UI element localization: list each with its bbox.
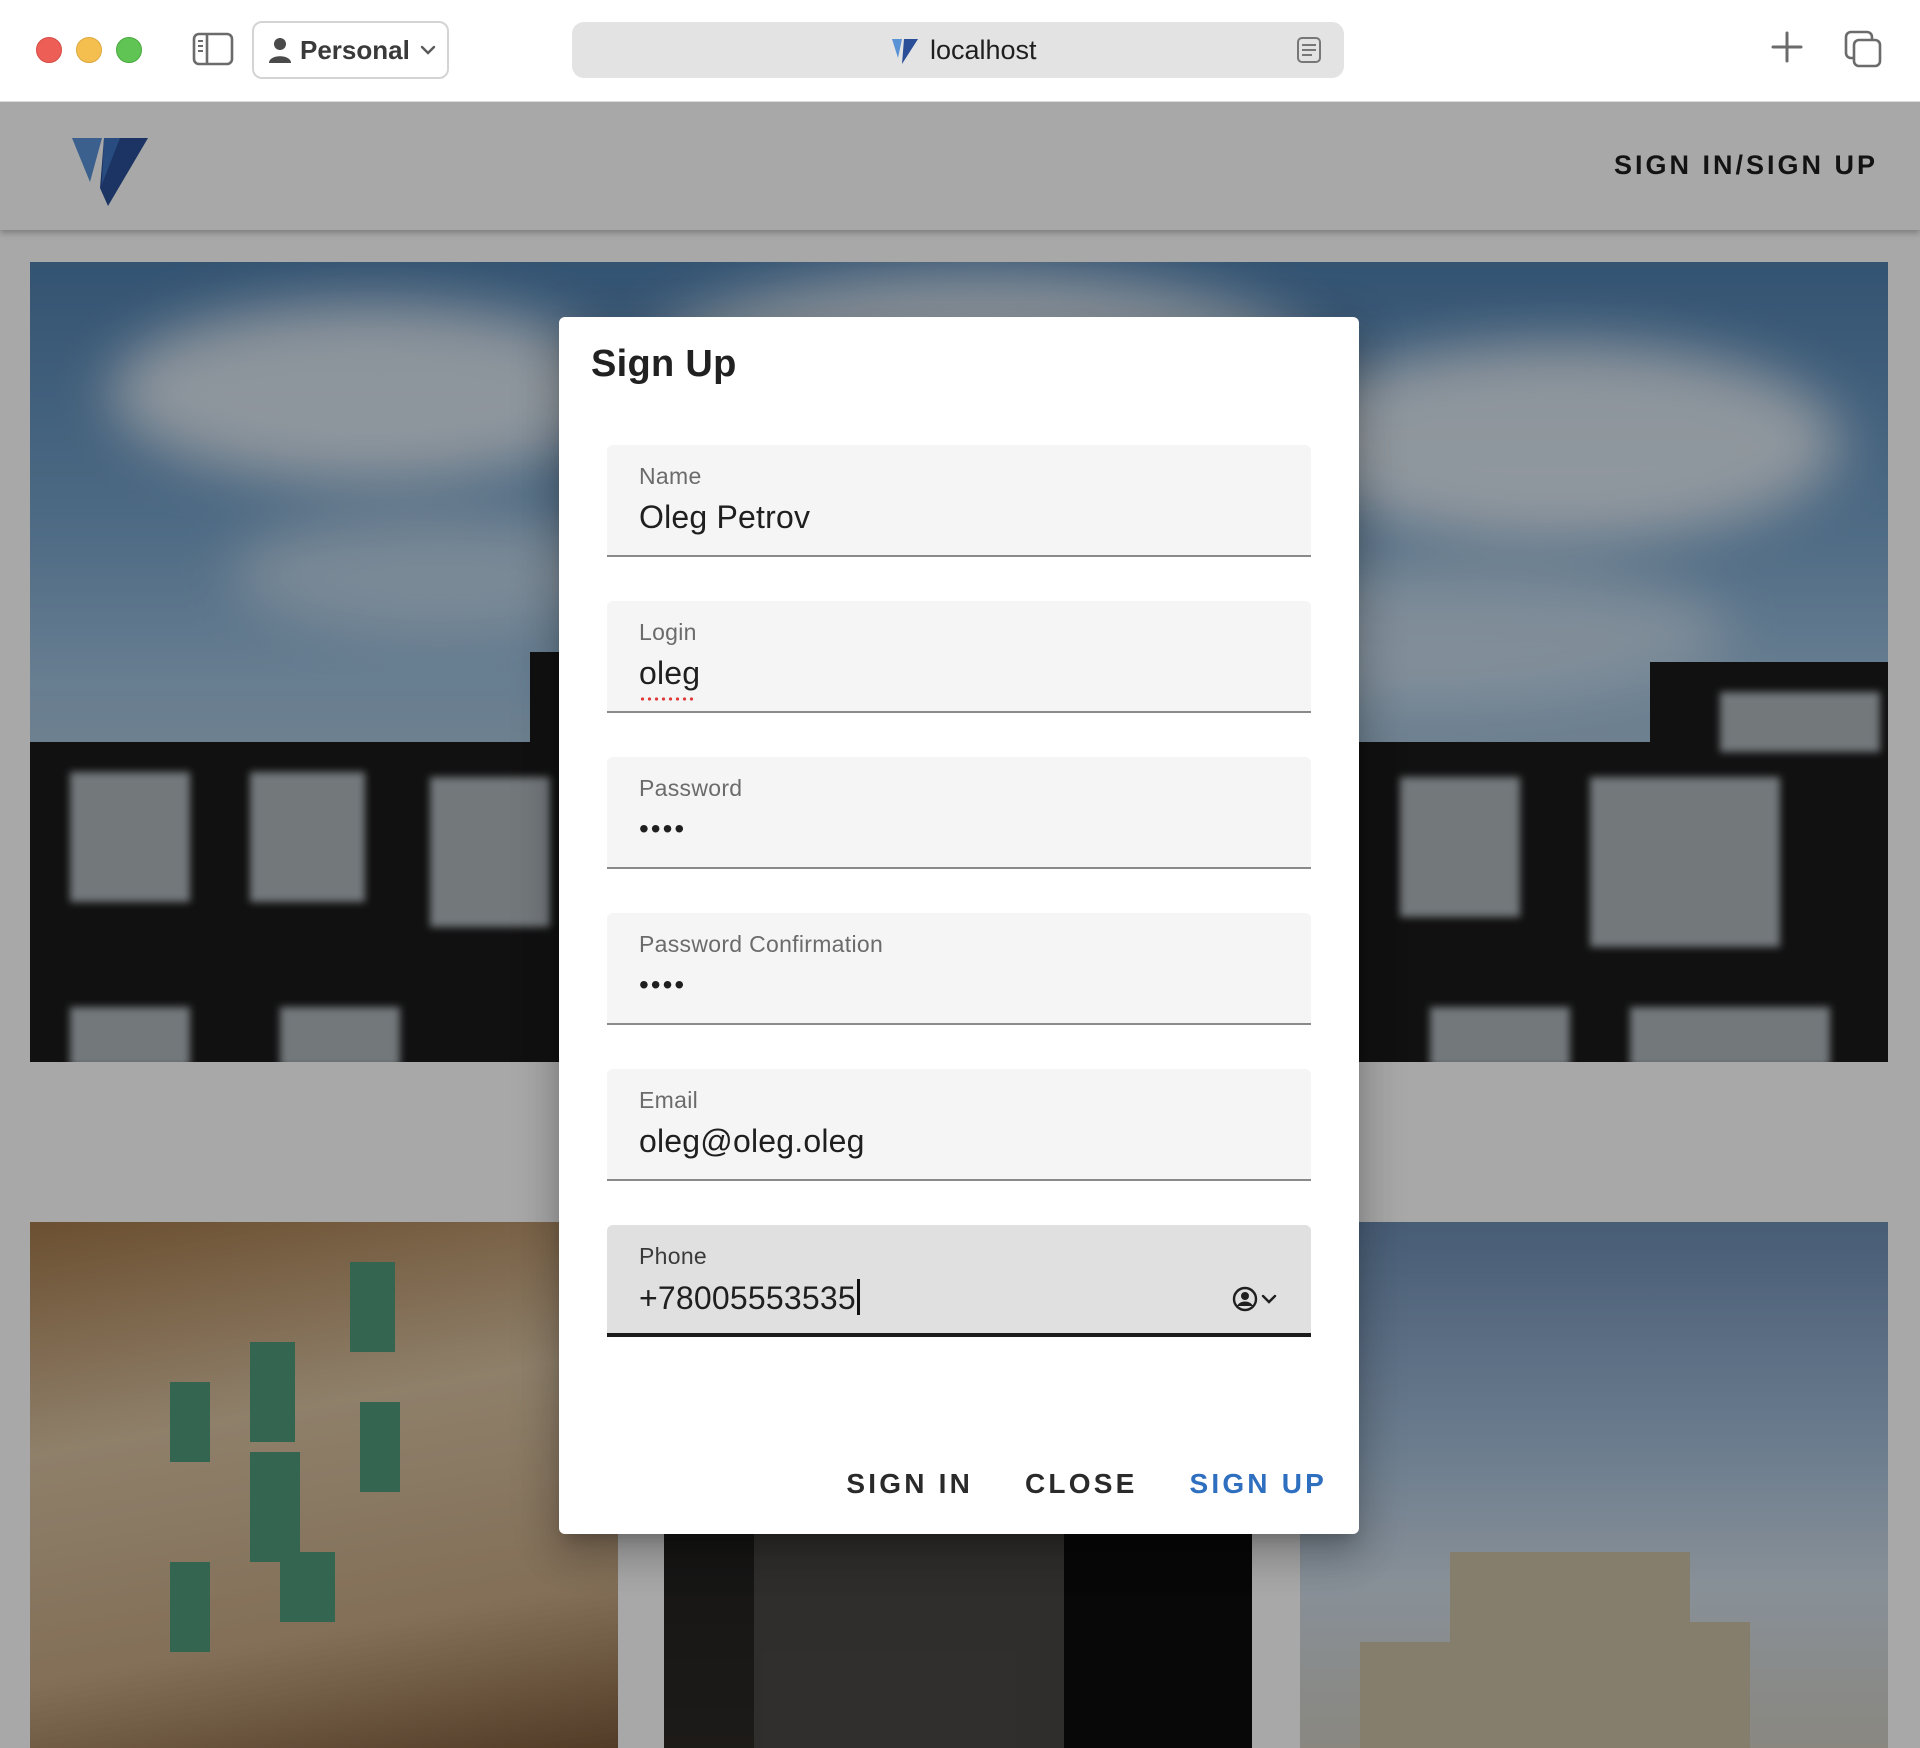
contact-autofill-icon[interactable] (1231, 1285, 1281, 1313)
name-field-value[interactable]: Oleg Petrov (639, 499, 810, 536)
url-text: localhost (930, 35, 1037, 65)
login-field[interactable]: Login oleg (607, 601, 1311, 713)
site-favicon-icon (892, 39, 918, 64)
sidebar-toggle-icon[interactable] (192, 32, 234, 66)
login-field-label: Login (639, 619, 697, 645)
reader-mode-icon[interactable] (1296, 36, 1322, 64)
profile-label: Personal (300, 34, 410, 65)
phone-field-text: +78005553535 (639, 1280, 856, 1316)
login-field-value[interactable]: oleg (639, 655, 700, 692)
web-page: SIGN IN/SIGN UP Sign Up Name Oleg Petrov… (0, 102, 1920, 1748)
sign-up-button[interactable]: SIGN UP (1189, 1468, 1327, 1500)
password-confirmation-field-value[interactable]: •••• (639, 969, 686, 1001)
address-bar[interactable]: localhost (572, 22, 1344, 78)
minimize-window-button[interactable] (76, 37, 102, 63)
person-icon (269, 38, 291, 63)
name-field[interactable]: Name Oleg Petrov (607, 445, 1311, 557)
email-field-value[interactable]: oleg@oleg.oleg (639, 1123, 865, 1160)
zoom-window-button[interactable] (116, 37, 142, 63)
text-caret (856, 1279, 860, 1315)
phone-field[interactable]: Phone +78005553535 (607, 1225, 1311, 1337)
password-field[interactable]: Password •••• (607, 757, 1311, 869)
phone-field-label: Phone (639, 1243, 708, 1269)
password-field-value[interactable]: •••• (639, 813, 686, 845)
password-confirmation-field[interactable]: Password Confirmation •••• (607, 913, 1311, 1025)
email-field-label: Email (639, 1087, 699, 1113)
spellcheck-underline (639, 697, 697, 701)
chevron-down-icon (420, 45, 436, 55)
dialog-title: Sign Up (591, 343, 737, 385)
password-confirmation-field-label: Password Confirmation (639, 931, 884, 957)
sign-in-button[interactable]: SIGN IN (846, 1468, 973, 1500)
dialog-actions: SIGN IN CLOSE SIGN UP (846, 1468, 1327, 1500)
new-tab-icon[interactable] (1770, 30, 1804, 64)
email-field[interactable]: Email oleg@oleg.oleg (607, 1069, 1311, 1181)
phone-field-value[interactable]: +78005553535 (639, 1279, 860, 1317)
sign-up-dialog: Sign Up Name Oleg Petrov Login oleg Pass… (559, 317, 1359, 1534)
tab-overview-icon[interactable] (1844, 30, 1882, 68)
name-field-label: Name (639, 463, 702, 489)
profile-button[interactable]: Personal (252, 21, 449, 79)
password-field-label: Password (639, 775, 743, 801)
close-window-button[interactable] (36, 37, 62, 63)
close-button[interactable]: CLOSE (1025, 1468, 1137, 1500)
browser-toolbar: Personal localhost (0, 0, 1920, 102)
